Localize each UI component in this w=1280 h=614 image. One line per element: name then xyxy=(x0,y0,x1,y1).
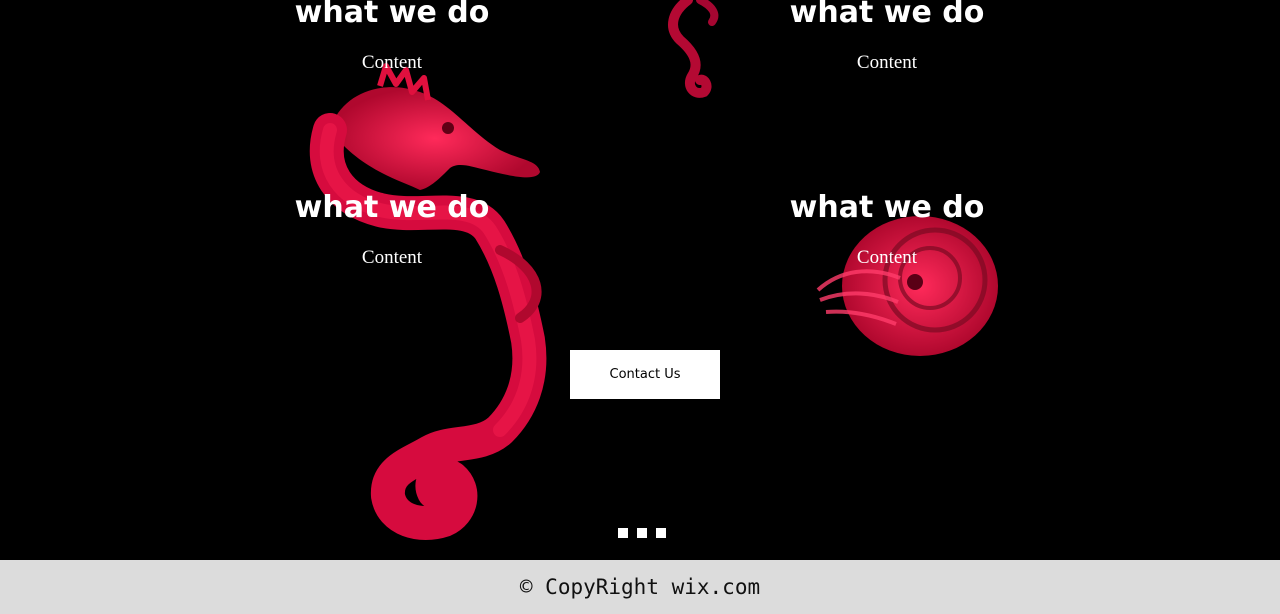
feature-title: what we do xyxy=(294,190,490,225)
contact-us-button[interactable]: Contact Us xyxy=(570,350,720,399)
slider-pagination xyxy=(618,528,666,538)
seahorse-image xyxy=(309,63,547,540)
feature-block: what we do Content xyxy=(722,0,1052,74)
feature-block: what we do Content xyxy=(227,0,557,74)
sea-creatures-artwork xyxy=(309,0,998,540)
feature-content: Content xyxy=(856,52,918,73)
feature-title: what we do xyxy=(789,190,985,225)
feature-block: what we do Content xyxy=(227,193,557,269)
slider-dot-3[interactable] xyxy=(656,528,666,538)
seahorse-tail-image xyxy=(668,0,719,98)
hero-section: what we do Content what we do Content wh… xyxy=(0,0,1280,560)
feature-title: what we do xyxy=(789,0,985,30)
copyright-text: © CopyRight wix.com xyxy=(519,575,761,599)
slider-dot-2[interactable] xyxy=(637,528,647,538)
slider-dot-1[interactable] xyxy=(618,528,628,538)
footer: © CopyRight wix.com xyxy=(0,560,1280,614)
feature-block: what we do Content xyxy=(722,193,1052,269)
feature-title: what we do xyxy=(294,0,490,30)
feature-content: Content xyxy=(856,247,918,268)
feature-content: Content xyxy=(361,52,423,73)
feature-content: Content xyxy=(361,247,423,268)
